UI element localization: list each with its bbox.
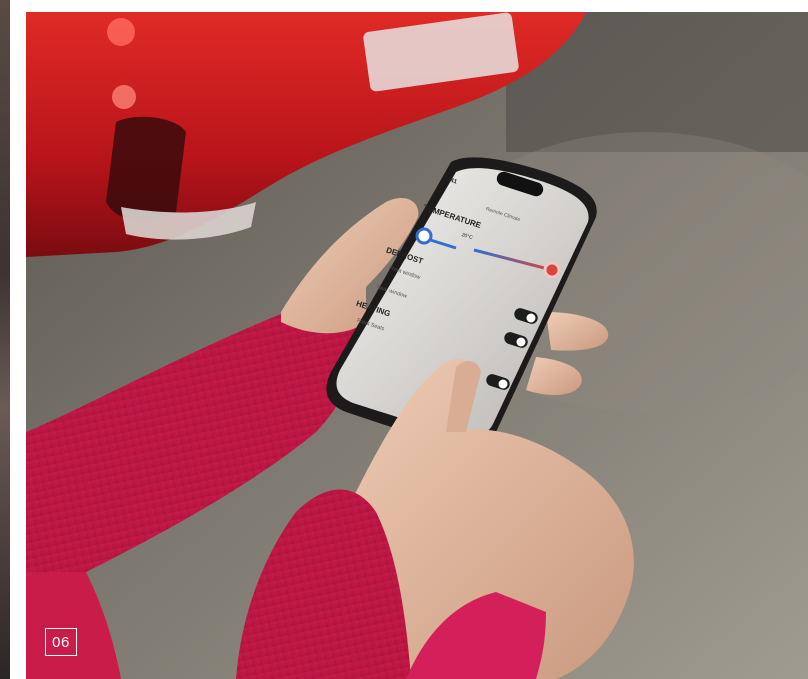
- adjacent-image-edge: [0, 0, 10, 679]
- heating-item-front-seats[interactable]: Front Seats: [356, 318, 385, 332]
- defrost-heading: DEFROST: [384, 245, 425, 266]
- defrost-item-rear[interactable]: Rear window: [375, 284, 407, 300]
- screen-title: Remote Climate: [484, 206, 521, 224]
- back-chevron-icon[interactable]: ‹: [438, 187, 443, 196]
- heating-heading: HEATING: [355, 298, 392, 319]
- page-frame: 9:41 ‹ Remote Climate TEMPERATURE 20°C D…: [0, 0, 808, 679]
- temperature-value: 20°C: [460, 232, 474, 242]
- image-number-badge: 06: [45, 628, 77, 656]
- temperature-heading: TEMPERATURE: [421, 202, 483, 231]
- defrost-item-front[interactable]: Front window: [388, 265, 421, 281]
- hero-photo: 9:41 ‹ Remote Climate TEMPERATURE 20°C D…: [26, 12, 808, 679]
